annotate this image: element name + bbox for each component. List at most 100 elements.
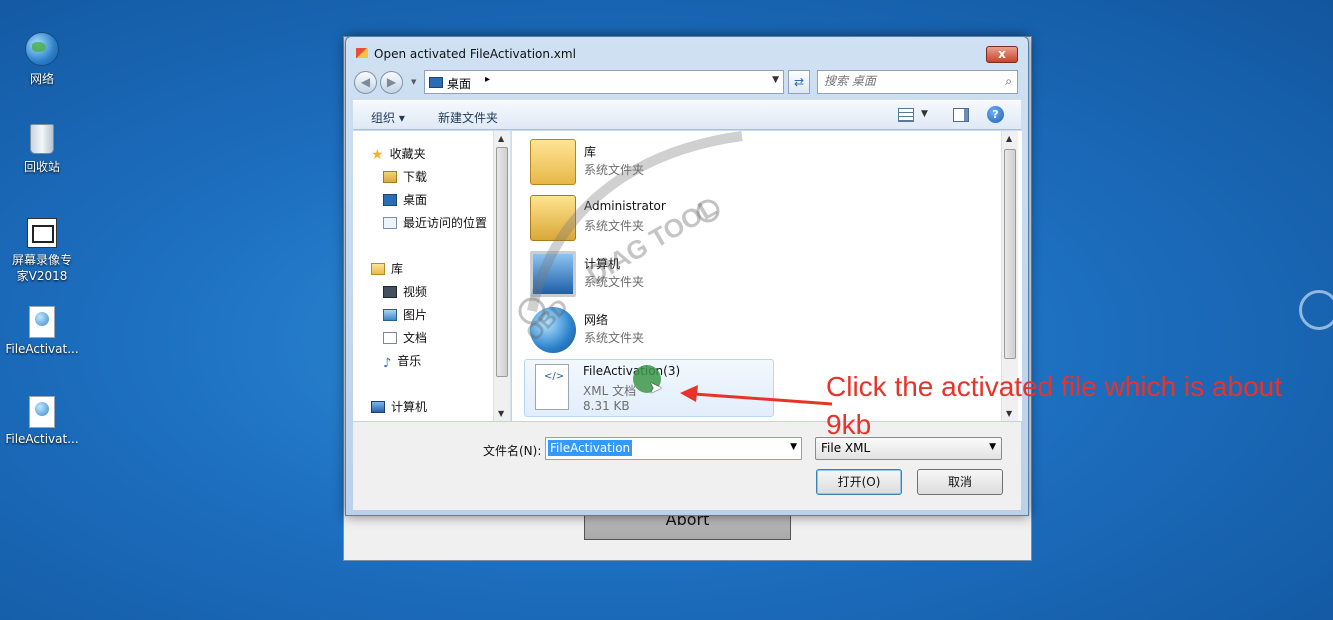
file-item-network[interactable]: 网络 系统文件夹 — [526, 303, 776, 357]
file-name: Administrator — [584, 199, 666, 213]
network-icon — [25, 32, 59, 66]
scroll-up-icon[interactable]: ▲ — [1006, 134, 1012, 143]
star-icon: ★ — [371, 147, 384, 163]
desktop-location-icon — [429, 77, 443, 88]
filename-input[interactable]: FileActivation ▼ — [545, 437, 802, 460]
file-item-administrator[interactable]: Administrator 系统文件夹 — [526, 191, 776, 245]
address-bar[interactable]: 桌面 ▸ ▼ — [424, 70, 784, 94]
file-name: 网络 — [584, 313, 609, 327]
file-item-computer[interactable]: 计算机 系统文件夹 — [526, 247, 776, 301]
search-icon[interactable]: ⌕ — [1005, 74, 1012, 89]
desktop-icon-recycle-bin[interactable]: 回收站 — [2, 124, 82, 175]
filename-dropdown-icon[interactable]: ▼ — [790, 442, 797, 452]
view-options-icon[interactable] — [898, 108, 914, 122]
xml-file-icon — [29, 396, 55, 428]
computer-icon — [530, 251, 576, 297]
address-dropdown-icon[interactable]: ▼ — [772, 75, 779, 85]
tree-label: 视频 — [403, 285, 428, 299]
xml-file-icon — [535, 364, 569, 410]
tree-scroll-thumb[interactable] — [496, 147, 508, 377]
navigation-tree: ★ 收藏夹 下载 桌面 最近访问的位置 库 视频 图片 文档 ♪ 音乐 计算机 — [353, 131, 511, 421]
tree-label: 下载 — [403, 170, 428, 184]
preview-pane-icon[interactable] — [953, 108, 969, 122]
help-icon[interactable]: ? — [987, 106, 1004, 123]
navigation-bar: ◀ ▶ ▼ 桌面 ▸ ▼ ⇄ ⌕ — [354, 69, 1018, 95]
filename-label: 文件名(N): — [483, 444, 542, 458]
tree-item-libraries[interactable]: 库 — [371, 260, 403, 277]
file-item-library[interactable]: 库 系统文件夹 — [526, 135, 776, 189]
open-button[interactable]: 打开(O) — [816, 469, 902, 495]
recycle-bin-icon — [30, 124, 54, 154]
search-input[interactable] — [824, 74, 994, 88]
tree-item-desktop[interactable]: 桌面 — [383, 191, 427, 208]
tree-label: 文档 — [403, 331, 428, 345]
tree-label: 收藏夹 — [389, 147, 426, 161]
file-name: FileActivation(3) — [583, 364, 681, 378]
view-dropdown-icon[interactable]: ▼ — [921, 109, 928, 119]
file-name: 计算机 — [584, 257, 621, 271]
tree-item-recent[interactable]: 最近访问的位置 — [383, 214, 487, 231]
desktop-icon-file-activation-1[interactable]: FileActivat... — [2, 306, 82, 356]
desktop-icon-label: 网络 — [29, 72, 54, 86]
tree-item-favorites[interactable]: ★ 收藏夹 — [371, 145, 426, 163]
computer-icon — [371, 401, 385, 413]
tree-label: 最近访问的位置 — [403, 216, 488, 230]
document-icon — [383, 332, 397, 344]
scroll-down-icon[interactable]: ▼ — [498, 409, 504, 418]
picture-icon — [383, 309, 397, 321]
tree-label: 桌面 — [403, 193, 428, 207]
file-type: 系统文件夹 — [584, 275, 645, 289]
search-box[interactable]: ⌕ — [817, 70, 1018, 94]
tree-item-pictures[interactable]: 图片 — [383, 306, 427, 323]
desktop-icon-label: FileActivat... — [5, 342, 79, 356]
close-button[interactable]: x — [986, 46, 1018, 63]
filename-value[interactable]: FileActivation — [548, 440, 633, 456]
tree-scrollbar[interactable]: ▲ ▼ — [493, 131, 510, 421]
app-icon — [356, 48, 368, 58]
organize-button[interactable]: 组织 ▾ — [371, 109, 405, 126]
refresh-button[interactable]: ⇄ — [788, 70, 810, 94]
back-button[interactable]: ◀ — [354, 71, 377, 94]
library-folder-icon — [530, 139, 576, 185]
dialog-titlebar[interactable]: Open activated FileActivation.xml x — [346, 37, 1028, 67]
command-toolbar: 组织 ▾ 新建文件夹 ▼ ? — [353, 100, 1021, 130]
tree-item-downloads[interactable]: 下载 — [383, 168, 427, 185]
dialog-title: Open activated FileActivation.xml — [374, 47, 576, 61]
file-type: 系统文件夹 — [584, 331, 645, 345]
tree-item-music[interactable]: ♪ 音乐 — [383, 352, 421, 371]
xml-file-icon — [29, 306, 55, 338]
tree-label: 计算机 — [391, 400, 428, 414]
tree-label: 库 — [391, 262, 404, 276]
new-folder-button[interactable]: 新建文件夹 — [438, 109, 498, 126]
tree-label: 音乐 — [397, 354, 422, 368]
open-file-dialog: Open activated FileActivation.xml x ◀ ▶ … — [345, 36, 1029, 516]
forward-button[interactable]: ▶ — [380, 71, 403, 94]
file-size: 8.31 KB — [583, 399, 630, 413]
tree-item-videos[interactable]: 视频 — [383, 283, 427, 300]
annotation-text: Click the activated file which is about … — [826, 371, 1282, 440]
mouse-cursor-icon: ➤ — [649, 378, 663, 397]
video-icon — [383, 286, 397, 298]
scroll-up-icon[interactable]: ▲ — [498, 134, 504, 143]
download-folder-icon — [383, 171, 397, 183]
tree-item-documents[interactable]: 文档 — [383, 329, 427, 346]
desktop-icon-label: 屏幕录像专家V2018 — [11, 253, 72, 283]
desktop-icon-network[interactable]: 网络 — [2, 32, 82, 87]
desktop-icon-screen-recorder[interactable]: 屏幕录像专家V2018 — [2, 218, 82, 284]
desktop-icon-label: FileActivat... — [5, 432, 79, 446]
file-list-scroll-thumb[interactable] — [1004, 149, 1016, 359]
breadcrumb-arrow-icon[interactable]: ▸ — [485, 74, 490, 85]
recent-places-icon — [383, 217, 397, 229]
desktop-icon-label: 回收站 — [23, 160, 60, 174]
file-type: 系统文件夹 — [584, 163, 645, 177]
cancel-button[interactable]: 取消 — [917, 469, 1003, 495]
address-location[interactable]: 桌面 — [447, 75, 471, 92]
history-dropdown-icon[interactable]: ▼ — [411, 78, 416, 86]
tree-item-computer[interactable]: 计算机 — [371, 398, 427, 415]
file-type: XML 文档 — [583, 384, 637, 398]
desktop-icon-file-activation-2[interactable]: FileActivat... — [2, 396, 82, 446]
network-icon — [530, 307, 576, 353]
file-type: 系统文件夹 — [584, 219, 645, 233]
file-name: 库 — [584, 145, 597, 159]
library-icon — [371, 263, 385, 275]
